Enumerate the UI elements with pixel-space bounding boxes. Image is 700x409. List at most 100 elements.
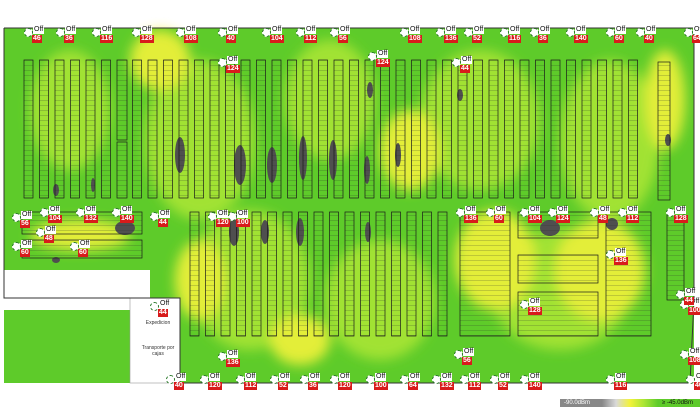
- access-point-marker[interactable]: Off 140: [112, 206, 134, 228]
- access-point-channel-badge: 56: [462, 357, 472, 365]
- access-point-marker[interactable]: Off 112: [296, 26, 318, 48]
- access-point-marker[interactable]: Off 48: [590, 206, 612, 228]
- access-point-marker[interactable]: Off 112: [460, 373, 482, 395]
- access-point-marker[interactable]: Off 104: [520, 206, 542, 228]
- storage-rack: [267, 211, 277, 337]
- storage-rack: [535, 59, 545, 199]
- access-point-state: Off: [49, 206, 61, 214]
- access-point-marker[interactable]: Off 132: [432, 373, 454, 395]
- access-point-state: Off: [463, 348, 475, 356]
- access-point-state: Off: [305, 26, 317, 34]
- access-point-marker[interactable]: Off 56: [454, 348, 476, 370]
- access-point-marker[interactable]: Off 52: [490, 373, 512, 395]
- access-point-channel-badge: 112: [244, 382, 258, 390]
- access-point-marker[interactable]: Off40: [636, 26, 658, 48]
- access-point-marker[interactable]: Off 108: [680, 348, 700, 370]
- access-point-marker[interactable]: Off 100: [228, 210, 250, 232]
- access-point-state: Off: [175, 373, 187, 381]
- access-point-channel-badge: 136: [614, 257, 628, 265]
- access-point-state: Off: [469, 373, 481, 381]
- storage-rack: [163, 59, 173, 199]
- access-point-channel-badge: 40: [226, 35, 236, 43]
- access-point-marker[interactable]: Off 60: [486, 206, 508, 228]
- access-point-marker[interactable]: Off 44: [150, 300, 172, 322]
- access-point-state: Off: [615, 26, 627, 34]
- access-point-marker[interactable]: Off 136: [456, 206, 478, 228]
- access-point-marker[interactable]: Off 140: [520, 373, 542, 395]
- access-point-channel-badge: 108: [184, 35, 198, 43]
- access-point-marker[interactable]: Off 104: [40, 206, 62, 228]
- access-point-marker[interactable]: Off 108: [400, 26, 422, 48]
- access-point-channel-badge: 56: [20, 220, 30, 228]
- wifi-heatmap-floorplan: [3, 27, 695, 384]
- access-point-state: Off: [185, 26, 197, 34]
- access-point-marker[interactable]: Off 46: [24, 26, 46, 48]
- access-point-marker[interactable]: Off 132: [76, 206, 98, 228]
- access-point-channel-badge: 112: [626, 215, 640, 223]
- access-point-marker[interactable]: Off 128: [132, 26, 154, 48]
- access-point-marker[interactable]: Off 44: [150, 210, 172, 232]
- access-point-marker[interactable]: Off 48: [36, 226, 58, 248]
- access-point-marker[interactable]: Off 60: [12, 240, 34, 262]
- access-point-state: Off: [509, 26, 521, 34]
- access-point-marker[interactable]: Off 112: [618, 206, 640, 228]
- access-point-marker[interactable]: Off64: [684, 26, 700, 48]
- access-point-marker[interactable]: Off 116: [500, 26, 522, 48]
- access-point-marker[interactable]: Off40: [166, 373, 188, 395]
- access-point-marker[interactable]: Off 36: [300, 373, 322, 395]
- access-point-marker[interactable]: Off 128: [666, 206, 688, 228]
- storage-rack: [225, 59, 235, 199]
- access-point-marker[interactable]: Off 120: [200, 373, 222, 395]
- access-point-marker[interactable]: Off 44: [452, 56, 474, 78]
- access-point-marker[interactable]: Off 116: [92, 26, 114, 48]
- access-point-marker[interactable]: Off 100: [366, 373, 388, 395]
- access-point-marker[interactable]: Off 136: [436, 26, 458, 48]
- access-point-marker[interactable]: Off 124: [548, 206, 570, 228]
- access-point-marker[interactable]: Off 56: [330, 26, 352, 48]
- access-point-state: Off: [79, 240, 91, 248]
- access-point-marker[interactable]: Off 108: [176, 26, 198, 48]
- access-point-channel-badge: 36: [538, 35, 548, 43]
- access-point-marker[interactable]: Off 60: [70, 240, 92, 262]
- access-point-state: Off: [45, 226, 57, 234]
- access-point-marker[interactable]: Off 128: [520, 298, 542, 320]
- access-point-state: Off: [65, 26, 77, 34]
- access-point-marker[interactable]: Off64: [400, 373, 422, 395]
- access-point-marker[interactable]: Off 60: [606, 26, 628, 48]
- access-point-state: Off: [227, 350, 239, 358]
- access-point-state: Off: [473, 26, 485, 34]
- access-point-marker[interactable]: Off 112: [236, 373, 258, 395]
- access-point-marker[interactable]: Off 124: [368, 50, 390, 72]
- access-point-marker[interactable]: Off 44: [676, 288, 698, 310]
- access-point-channel-badge: 40: [174, 382, 184, 390]
- access-point-marker[interactable]: Off 120: [208, 210, 230, 232]
- access-point-channel-badge: 116: [100, 35, 114, 43]
- access-point-marker[interactable]: Off 56: [12, 211, 34, 233]
- access-point-channel-badge: 36: [308, 382, 318, 390]
- access-point-channel-badge: 128: [140, 35, 154, 43]
- access-point-marker[interactable]: Off 52: [270, 373, 292, 395]
- access-point-marker[interactable]: Off40: [686, 373, 700, 395]
- access-point-marker[interactable]: Off 136: [218, 350, 240, 372]
- access-point-marker[interactable]: Off 36: [56, 26, 78, 48]
- access-point-marker[interactable]: Off 140: [566, 26, 588, 48]
- access-point-marker[interactable]: Off40: [218, 26, 240, 48]
- access-point-channel-badge: 44: [158, 309, 168, 317]
- access-point-marker[interactable]: Off 104: [262, 26, 284, 48]
- access-point-marker[interactable]: Off 136: [606, 248, 628, 270]
- access-point-marker[interactable]: Off 120: [330, 373, 352, 395]
- access-point-channel-badge: 100: [236, 219, 250, 227]
- access-point-marker[interactable]: Off 52: [464, 26, 486, 48]
- access-point-state: Off: [557, 206, 569, 214]
- access-point-channel-badge: 104: [48, 215, 62, 223]
- access-point-state: Off: [409, 373, 421, 381]
- legend-low-label: -90.0dBm: [560, 399, 602, 407]
- access-point-state: Off: [227, 56, 239, 64]
- access-point-marker[interactable]: Off 124: [218, 56, 240, 78]
- storage-rack: [411, 59, 421, 199]
- access-point-marker[interactable]: Off 116: [606, 373, 628, 395]
- access-point-marker[interactable]: Off 36: [530, 26, 552, 48]
- access-point-state: Off: [693, 26, 700, 34]
- access-point-channel-badge: 108: [408, 35, 422, 43]
- storage-rack: [209, 59, 220, 199]
